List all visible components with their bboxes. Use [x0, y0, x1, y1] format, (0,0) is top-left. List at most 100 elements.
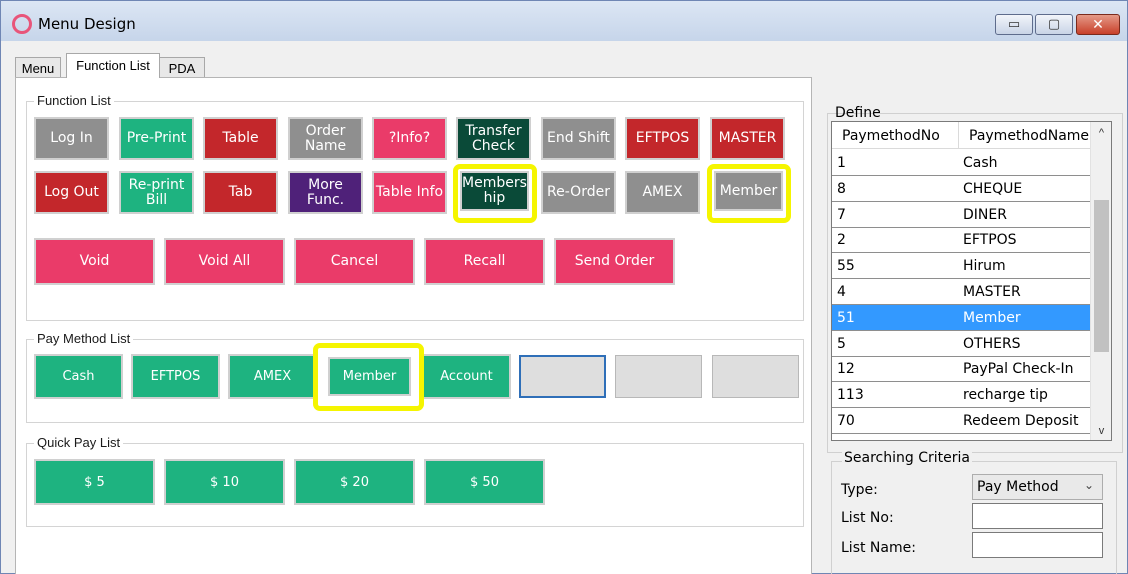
membership-button[interactable]: Members hip — [460, 171, 529, 211]
paymethod-no-cell: 8 — [837, 180, 846, 197]
transfer-check-button[interactable]: Transfer Check — [456, 117, 531, 160]
list-row[interactable]: 4 MASTER — [832, 279, 1090, 305]
list-name-label: List Name: — [841, 540, 916, 556]
list-row[interactable]: 8 CHEQUE — [832, 176, 1090, 202]
send-order-button[interactable]: Send Order — [554, 238, 675, 285]
pay-empty-slot[interactable] — [615, 355, 702, 398]
void-all-button[interactable]: Void All — [164, 238, 285, 285]
info-button[interactable]: ?Info? — [372, 117, 447, 160]
pay-amex-button[interactable]: AMEX — [228, 354, 317, 399]
table-button[interactable]: Table — [203, 117, 278, 160]
paymethod-no-cell: 51 — [837, 309, 855, 326]
list-no-input[interactable] — [972, 503, 1103, 529]
paymethod-name-cell: CHEQUE — [963, 180, 1023, 197]
paymethod-name-cell: OTHERS — [963, 335, 1021, 352]
list-scrollbar[interactable]: ^ v — [1090, 122, 1111, 440]
paymethod-no-cell: 113 — [837, 387, 864, 404]
void-button[interactable]: Void — [34, 238, 155, 285]
type-select[interactable]: Pay Method ⌄ — [972, 474, 1103, 500]
type-label: Type: — [841, 482, 878, 498]
amex-function-button[interactable]: AMEX — [625, 171, 700, 214]
app-ring-icon — [12, 14, 32, 34]
list-row[interactable]: 55 Hirum — [832, 253, 1090, 280]
list-row[interactable]: 1 Cash — [832, 150, 1090, 176]
pay-method-label: Pay Method List — [34, 331, 134, 346]
more-func-button[interactable]: More Func. — [288, 171, 363, 214]
quick-pay-5-button[interactable]: $ 5 — [34, 459, 155, 505]
column-paymethod-name[interactable]: PaymethodName — [959, 122, 1090, 149]
order-name-button[interactable]: Order Name — [288, 117, 363, 160]
maximize-button[interactable]: ▢ — [1035, 14, 1073, 35]
pay-empty-slot-focused[interactable] — [519, 355, 606, 398]
scroll-up-icon[interactable]: ^ — [1091, 124, 1111, 142]
list-row[interactable]: 12 PayPal Check-In — [832, 356, 1090, 383]
pay-empty-slot[interactable] — [712, 355, 799, 398]
minimize-button[interactable]: ▭ — [995, 14, 1033, 35]
tab-function-list[interactable]: Function List — [66, 53, 160, 78]
master-button[interactable]: MASTER — [710, 117, 785, 160]
menu-design-window: Menu Design ▭ ▢ ✕ Menu Function List PDA… — [0, 0, 1128, 574]
column-paymethod-no[interactable]: PaymethodNo — [832, 122, 959, 149]
re-order-button[interactable]: Re-Order — [541, 171, 616, 214]
maximize-icon: ▢ — [1047, 17, 1061, 32]
log-in-button[interactable]: Log In — [34, 117, 109, 160]
list-row[interactable]: 51 Member — [832, 304, 1090, 331]
define-label: Define — [835, 105, 881, 121]
quick-pay-50-button[interactable]: $ 50 — [424, 459, 545, 505]
list-row[interactable]: 7 DINER — [832, 202, 1090, 228]
minimize-icon: ▭ — [1007, 17, 1021, 32]
cancel-button[interactable]: Cancel — [294, 238, 415, 285]
pre-print-button[interactable]: Pre-Print — [119, 117, 194, 160]
pay-cash-button[interactable]: Cash — [34, 354, 123, 399]
quick-pay-20-button[interactable]: $ 20 — [294, 459, 415, 505]
paymethod-no-cell: 70 — [837, 413, 855, 429]
function-list-label: Function List — [34, 93, 114, 108]
paymethod-name-cell: Hirum — [963, 258, 1006, 275]
paymethod-name-cell: Redeem Deposit — [963, 413, 1079, 429]
list-row[interactable]: 2 EFTPOS — [832, 227, 1090, 254]
pay-eftpos-button[interactable]: EFTPOS — [131, 354, 220, 399]
paymethod-no-cell: 7 — [837, 206, 846, 223]
paymethod-name-cell: EFTPOS — [963, 232, 1017, 249]
list-row[interactable]: 5 OTHERS — [832, 331, 1090, 357]
paymethod-name-cell: MASTER — [963, 284, 1021, 300]
paymethod-list[interactable]: PaymethodNo PaymethodName 1 Cash 8 CHEQUE 7 D… — [831, 121, 1112, 441]
tab-function-button[interactable]: Tab — [203, 171, 278, 214]
re-print-bill-button[interactable]: Re-print Bill — [119, 171, 194, 214]
paymethod-no-cell: 12 — [837, 361, 855, 378]
tab-menu[interactable]: Menu — [15, 57, 61, 78]
scroll-thumb[interactable] — [1094, 200, 1109, 352]
close-icon: ✕ — [1092, 17, 1104, 33]
paymethod-name-cell: recharge tip — [963, 387, 1048, 404]
table-info-button[interactable]: Table Info — [372, 171, 447, 214]
type-select-value: Pay Method — [977, 479, 1059, 495]
member-function-button[interactable]: Member — [714, 171, 783, 211]
paymethod-no-cell: 4 — [837, 284, 846, 300]
eftpos-function-button[interactable]: EFTPOS — [625, 117, 700, 160]
end-shift-button[interactable]: End Shift — [541, 117, 616, 160]
list-name-input[interactable] — [972, 532, 1103, 558]
pay-member-button[interactable]: Member — [328, 357, 411, 396]
close-button[interactable]: ✕ — [1076, 14, 1120, 35]
paymethod-name-cell: PayPal Check-In — [963, 361, 1074, 378]
searching-criteria-label: Searching Criteria — [842, 450, 972, 466]
paymethod-no-cell: 5 — [837, 335, 846, 352]
tab-pda[interactable]: PDA — [159, 57, 205, 78]
title-bar: Menu Design ▭ ▢ ✕ — [1, 1, 1127, 41]
chevron-down-icon: ⌄ — [1083, 478, 1094, 492]
paymethod-name-cell: DINER — [963, 206, 1007, 223]
paymethod-name-cell: Cash — [963, 155, 998, 171]
paymethod-no-cell: 55 — [837, 258, 855, 275]
paymethod-no-cell: 2 — [837, 232, 846, 249]
pay-account-button[interactable]: Account — [422, 354, 511, 399]
log-out-button[interactable]: Log Out — [34, 171, 109, 214]
list-no-label: List No: — [841, 510, 894, 526]
list-row[interactable]: 113 recharge tip — [832, 382, 1090, 409]
quick-pay-10-button[interactable]: $ 10 — [164, 459, 285, 505]
window-title: Menu Design — [38, 15, 136, 33]
paymethod-name-cell: Member — [963, 309, 1021, 326]
list-header: PaymethodNo PaymethodName — [832, 122, 1090, 149]
recall-button[interactable]: Recall — [424, 238, 545, 285]
scroll-down-icon[interactable]: v — [1091, 422, 1111, 440]
list-row[interactable]: 70 Redeem Deposit — [832, 408, 1090, 434]
